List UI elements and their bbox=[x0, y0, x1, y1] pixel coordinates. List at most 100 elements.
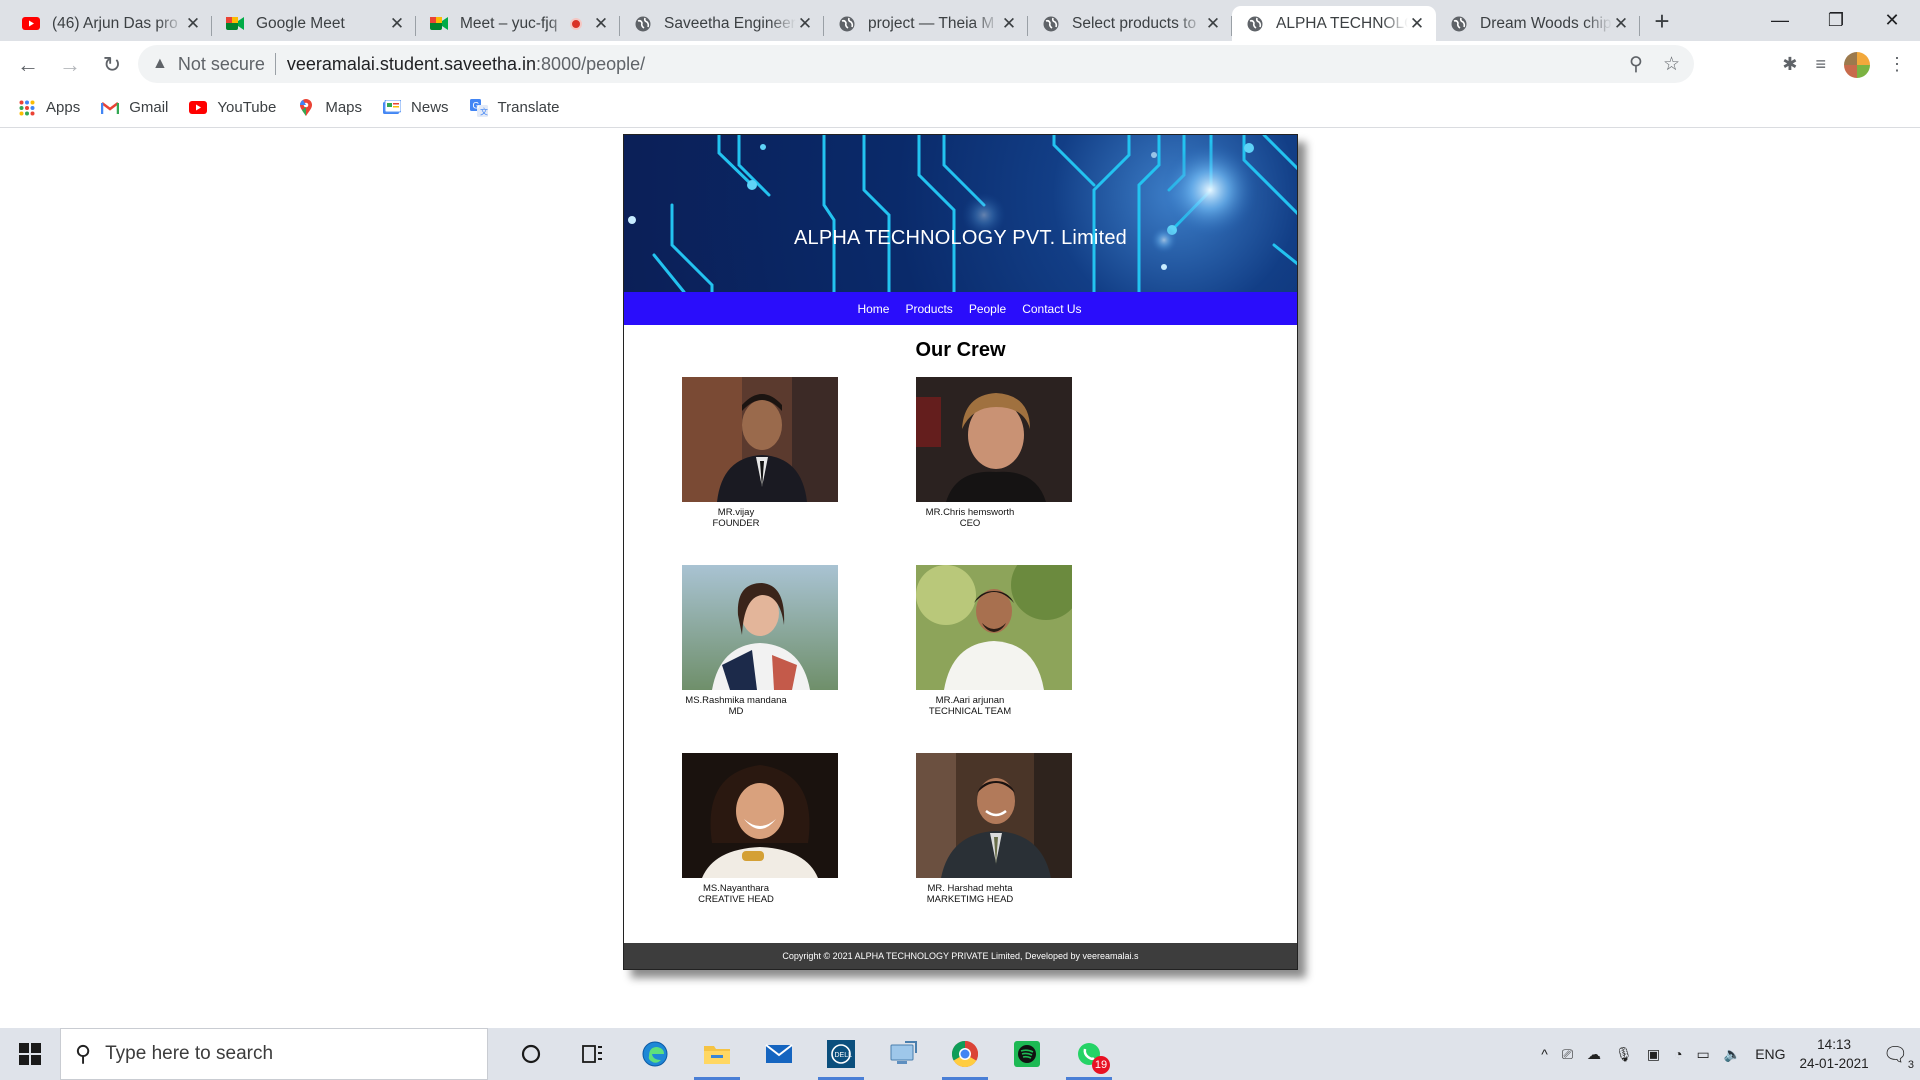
member-photo bbox=[682, 753, 838, 878]
screen-share-icon[interactable]: ▣ bbox=[1647, 1046, 1660, 1063]
site-title: ALPHA TECHNOLOGY PVT. Limited bbox=[794, 227, 1127, 249]
bookmark-star-icon[interactable]: ☆ bbox=[1663, 53, 1680, 76]
security-label[interactable]: Not secure bbox=[178, 54, 265, 75]
bookmark-translate[interactable]: G文 Translate bbox=[469, 98, 560, 117]
close-tab-icon[interactable]: ✕ bbox=[1204, 14, 1222, 33]
google-meet-icon bbox=[226, 15, 244, 33]
tab-strip: (46) Arjun Das pro ✕ Google Meet ✕ Meet … bbox=[0, 0, 1920, 41]
tab-meet-call[interactable]: Meet – yuc-fjq ✕ bbox=[416, 6, 620, 41]
svg-text:文: 文 bbox=[480, 106, 488, 116]
close-tab-icon[interactable]: ✕ bbox=[1612, 14, 1630, 33]
close-window-icon[interactable]: ✕ bbox=[1864, 0, 1920, 40]
svg-text:DELL: DELL bbox=[835, 1052, 853, 1059]
back-icon[interactable]: ← bbox=[8, 45, 48, 85]
bookmarks-bar: Apps Gmail YouTube Maps News G文 Translat… bbox=[0, 88, 1920, 128]
crew-card: MR. Harshad mehta MARKETIMG HEAD bbox=[896, 753, 1096, 905]
header-banner: ALPHA TECHNOLOGY PVT. Limited bbox=[624, 135, 1297, 292]
globe-icon bbox=[634, 15, 652, 33]
spotify-icon[interactable] bbox=[996, 1028, 1058, 1080]
nav-products-link[interactable]: Products bbox=[905, 302, 952, 316]
tab-alpha-technology[interactable]: ALPHA TECHNOLO ✕ bbox=[1232, 6, 1436, 41]
close-tab-icon[interactable]: ✕ bbox=[796, 14, 814, 33]
meet-now-icon[interactable]: ⎚ bbox=[1562, 1046, 1573, 1063]
nav-people-link[interactable]: People bbox=[969, 302, 1006, 316]
close-tab-icon[interactable]: ✕ bbox=[592, 14, 610, 33]
nav-home-link[interactable]: Home bbox=[857, 302, 889, 316]
windows-start-icon[interactable] bbox=[0, 1028, 60, 1080]
battery-icon[interactable]: ▭ bbox=[1697, 1046, 1710, 1063]
circuit-background bbox=[628, 135, 1297, 292]
globe-icon bbox=[838, 15, 856, 33]
extensions-icon[interactable]: ✱ bbox=[1782, 54, 1797, 75]
minimize-icon[interactable]: — bbox=[1752, 0, 1808, 40]
warning-icon[interactable]: ▲ bbox=[152, 55, 168, 73]
bookmark-maps[interactable]: Maps bbox=[297, 98, 362, 117]
member-photo bbox=[916, 565, 1072, 690]
tab-title: Google Meet bbox=[256, 14, 345, 32]
site-container: ALPHA TECHNOLOGY PVT. Limited Home Produ… bbox=[623, 134, 1298, 970]
whatsapp-icon[interactable]: 19 bbox=[1058, 1028, 1120, 1080]
web-page: ALPHA TECHNOLOGY PVT. Limited Home Produ… bbox=[0, 129, 1920, 1028]
clock[interactable]: 14:13 24-01-2021 bbox=[1800, 1035, 1869, 1073]
member-name: MS.Rashmika mandana bbox=[685, 695, 787, 706]
member-role: CREATIVE HEAD bbox=[698, 894, 774, 905]
nav-contact-link[interactable]: Contact Us bbox=[1022, 302, 1081, 316]
tab-google-meet[interactable]: Google Meet ✕ bbox=[212, 6, 416, 41]
tab-dream-woods[interactable]: Dream Woods chip ✕ bbox=[1436, 6, 1640, 41]
chevron-up-icon[interactable]: ^ bbox=[1541, 1046, 1548, 1062]
close-tab-icon[interactable]: ✕ bbox=[1000, 14, 1018, 33]
tab-title: ALPHA TECHNOLO bbox=[1276, 14, 1408, 32]
crew-card: MR.Chris hemsworth CEO bbox=[896, 377, 1096, 529]
member-name: MR.Aari arjunan bbox=[935, 695, 1005, 706]
volume-icon[interactable]: 🔈 bbox=[1724, 1046, 1741, 1063]
language-indicator[interactable]: ENG bbox=[1755, 1046, 1785, 1062]
tab-title: Dream Woods chip bbox=[1480, 14, 1612, 32]
onedrive-cloud-icon[interactable]: ☁ bbox=[1587, 1046, 1601, 1063]
tab-theia[interactable]: project — Theia M ✕ bbox=[824, 6, 1028, 41]
member-name: MR.Chris hemsworth bbox=[925, 507, 1015, 518]
file-explorer-icon[interactable] bbox=[686, 1028, 748, 1080]
restore-icon[interactable]: ❐ bbox=[1808, 0, 1864, 40]
media-queue-icon[interactable]: ≡ bbox=[1815, 54, 1826, 75]
menu-kebab-icon[interactable]: ⋮ bbox=[1888, 54, 1906, 75]
tab-youtube[interactable]: (46) Arjun Das pro ✕ bbox=[8, 6, 212, 41]
notification-icon[interactable]: 🗨 3 bbox=[1883, 1042, 1914, 1071]
tab-select-products[interactable]: Select products to ✕ bbox=[1028, 6, 1232, 41]
member-photo bbox=[682, 377, 838, 502]
tab-title: Select products to bbox=[1072, 14, 1197, 32]
windows-taskbar: ⚲ Type here to search DELL 19 ^ ⎚ ☁ 🎙 ▣ … bbox=[0, 1028, 1920, 1080]
chrome-icon[interactable] bbox=[934, 1028, 996, 1080]
bookmark-news[interactable]: News bbox=[383, 99, 449, 117]
close-tab-icon[interactable]: ✕ bbox=[184, 14, 202, 33]
close-tab-icon[interactable]: ✕ bbox=[388, 14, 406, 33]
zoom-icon[interactable]: ⚲ bbox=[1629, 53, 1643, 76]
mail-icon[interactable] bbox=[748, 1028, 810, 1080]
maps-icon bbox=[297, 98, 315, 117]
tab-saveetha[interactable]: Saveetha Engineer ✕ bbox=[620, 6, 824, 41]
reload-icon[interactable]: ↻ bbox=[92, 45, 132, 85]
youtube-icon bbox=[189, 99, 208, 117]
new-tab-button[interactable]: + bbox=[1644, 3, 1680, 39]
profile-avatar[interactable] bbox=[1844, 51, 1870, 78]
bookmark-gmail[interactable]: Gmail bbox=[101, 99, 168, 117]
bookmark-apps[interactable]: Apps bbox=[18, 99, 80, 117]
search-icon: ⚲ bbox=[75, 1041, 92, 1066]
pc-settings-icon[interactable] bbox=[872, 1028, 934, 1080]
clock-date: 24-01-2021 bbox=[1799, 1056, 1869, 1071]
bookmark-youtube[interactable]: YouTube bbox=[189, 99, 276, 117]
forward-icon[interactable]: → bbox=[50, 45, 90, 85]
tab-title: Meet – yuc-fjq bbox=[460, 14, 558, 32]
whatsapp-badge: 19 bbox=[1092, 1056, 1110, 1074]
google-meet-icon bbox=[430, 15, 448, 33]
address-bar[interactable]: ▲ Not secure veeramalai.student.saveetha… bbox=[138, 45, 1694, 83]
wifi-icon[interactable]: ◔ bbox=[1674, 1046, 1682, 1062]
cortana-icon[interactable] bbox=[500, 1028, 562, 1080]
taskbar-search-box[interactable]: ⚲ Type here to search bbox=[60, 1028, 488, 1080]
member-name: MR.vijay bbox=[717, 507, 755, 518]
task-view-icon[interactable] bbox=[562, 1028, 624, 1080]
edge-icon[interactable] bbox=[624, 1028, 686, 1080]
microphone-icon[interactable]: 🎙 bbox=[1615, 1046, 1633, 1063]
dell-icon[interactable]: DELL bbox=[810, 1028, 872, 1080]
close-tab-icon[interactable]: ✕ bbox=[1408, 14, 1426, 33]
apps-grid-icon bbox=[18, 99, 36, 117]
